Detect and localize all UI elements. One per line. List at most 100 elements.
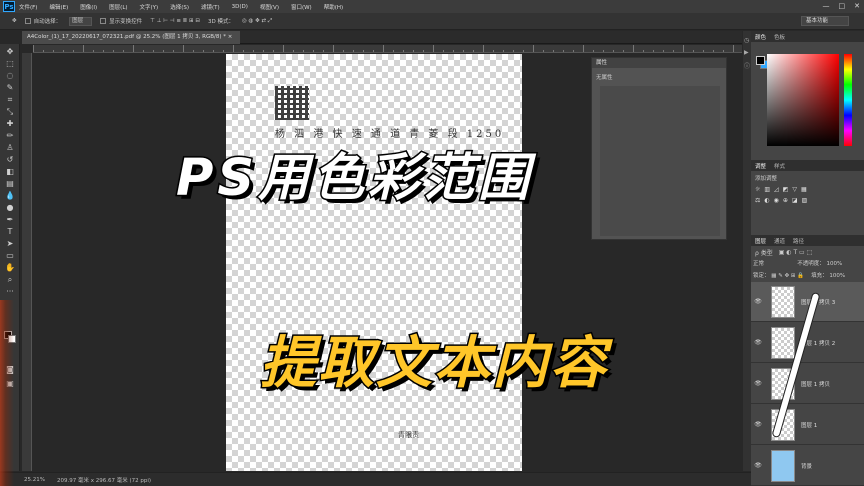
eraser-tool-icon[interactable]: ◧ <box>4 167 16 176</box>
hue-sat-icon[interactable]: ▦ <box>801 186 807 193</box>
tab-channels[interactable]: 通道 <box>774 237 785 245</box>
tab-styles[interactable]: 样式 <box>774 162 785 170</box>
layer-row[interactable]: 👁 图层 1 <box>751 405 864 445</box>
auto-select-checkbox[interactable] <box>24 18 31 24</box>
brightness-icon[interactable]: ☼ <box>755 186 760 193</box>
tab-paths[interactable]: 路径 <box>793 237 804 245</box>
info-icon[interactable]: ⓘ <box>744 61 750 70</box>
document-close-icon[interactable]: × <box>228 34 233 40</box>
hue-slider[interactable] <box>844 54 852 146</box>
zoom-tool-icon[interactable]: ⌕ <box>4 275 16 284</box>
color-picker-field[interactable] <box>767 54 839 146</box>
curves-icon[interactable]: ◿ <box>774 186 779 193</box>
move-tool-icon[interactable]: ✥ <box>4 47 16 56</box>
brush-tool-icon[interactable]: ✏ <box>4 131 16 140</box>
tab-layers[interactable]: 图层 <box>755 237 766 245</box>
dodge-tool-icon[interactable]: ● <box>4 203 16 212</box>
3d-tools-icons[interactable]: ◎ ◍ ✥ ⇄ ⤢ <box>242 18 272 25</box>
maximize-button[interactable]: □ <box>839 2 846 10</box>
auto-select-dropdown[interactable]: 图层 <box>69 16 93 26</box>
menu-image[interactable]: 图像(I) <box>80 3 97 11</box>
eye-icon[interactable]: 👁 <box>753 380 763 387</box>
gradient-tool-icon[interactable]: ▤ <box>4 179 16 188</box>
tab-color[interactable]: 颜色 <box>755 33 766 41</box>
properties-panel: 属性 无属性 <box>591 57 727 240</box>
auto-select-option[interactable]: 自动选择： <box>24 17 61 25</box>
menu-3d[interactable]: 3D(D) <box>232 4 248 10</box>
properties-title[interactable]: 属性 <box>592 58 726 68</box>
black-white-icon[interactable]: ◐ <box>764 197 769 204</box>
workspace-switcher[interactable]: 基本功能 <box>801 16 849 26</box>
document-tab[interactable]: A4Color_(1)_17_20220617_072321.pdf @ 25.… <box>22 31 241 44</box>
color-panel-header: 颜色 色板 <box>751 31 864 42</box>
color-balance-icon[interactable]: ⚖ <box>755 197 760 204</box>
filter-icons[interactable]: ▣ ◐ T ▭ ⬚ <box>779 249 813 256</box>
show-transform-option[interactable]: 显示变换控件 <box>100 17 142 25</box>
eye-icon[interactable]: 👁 <box>753 339 763 346</box>
opacity-value[interactable]: 100% <box>827 261 843 267</box>
invert-icon[interactable]: ◪ <box>792 197 798 204</box>
lock-icons[interactable]: ▦ ✎ ✥ ⊞ 🔒 <box>771 273 804 279</box>
layer-row[interactable]: 👁 背景 <box>751 446 864 486</box>
blend-mode-dropdown[interactable]: 正常 <box>753 261 764 267</box>
text-tool-icon[interactable]: T <box>4 227 16 236</box>
document-canvas[interactable]: 杨 泗 港 快 速 通 道 青 菱 段 1250 青限责 <box>226 54 522 471</box>
healing-tool-icon[interactable]: ✚ <box>4 119 16 128</box>
photoshop-logo: Ps <box>3 1 15 12</box>
levels-icon[interactable]: ▥ <box>764 186 770 193</box>
fill-value[interactable]: 100% <box>829 273 845 279</box>
menu-layer[interactable]: 图层(L) <box>109 3 127 11</box>
menu-window[interactable]: 窗口(W) <box>291 3 312 11</box>
hand-tool-icon[interactable]: ✋ <box>4 263 16 272</box>
exposure-icon[interactable]: ◩ <box>783 186 789 193</box>
eye-icon[interactable]: 👁 <box>753 462 763 469</box>
marquee-tool-icon[interactable]: ⬚ <box>4 59 16 68</box>
move-tool-icon[interactable]: ✥ <box>12 18 17 24</box>
posterize-icon[interactable]: ▨ <box>802 197 808 204</box>
foreground-color-chip[interactable] <box>756 56 765 65</box>
menu-filter[interactable]: 滤镜(T) <box>201 3 220 11</box>
qr-code-image <box>275 86 309 120</box>
close-window-button[interactable]: ✕ <box>854 2 860 10</box>
channel-mixer-icon[interactable]: ⊕ <box>783 197 788 204</box>
overlay-title-line2: 提取文本内容 <box>259 330 608 398</box>
photo-filter-icon[interactable]: ◉ <box>774 197 779 204</box>
layer-filter-dropdown[interactable]: ρ 类型 <box>755 248 773 257</box>
more-tools-icon[interactable]: ··· <box>4 287 16 296</box>
crop-tool-icon[interactable]: ⌗ <box>4 95 16 104</box>
tab-swatches[interactable]: 色板 <box>774 33 785 41</box>
lasso-tool-icon[interactable]: ◌ <box>4 71 16 80</box>
tab-adjustments[interactable]: 调整 <box>755 162 766 170</box>
history-brush-icon[interactable]: ↺ <box>4 155 16 164</box>
menu-select[interactable]: 选择(S) <box>170 3 189 11</box>
eye-icon[interactable]: 👁 <box>753 298 763 305</box>
layer-row[interactable]: 👁 图层 1 拷贝 <box>751 364 864 404</box>
zoom-level[interactable]: 25.21% <box>24 477 45 483</box>
vibrance-icon[interactable]: ▽ <box>792 186 797 193</box>
color-panel <box>751 42 864 160</box>
align-icons[interactable]: ⊤ ⊥ ⊢ ⊣ ≡ ≣ ⊞ ⊟ <box>150 18 200 24</box>
photoshop-window: Ps 文件(F) 编辑(E) 图像(I) 图层(L) 文字(Y) 选择(S) 滤… <box>0 0 864 486</box>
eyedropper-tool-icon[interactable]: ⤡ <box>4 107 16 116</box>
layer-filter[interactable]: ρ 类型 ▣ ◐ T ▭ ⬚ <box>751 246 864 258</box>
menu-help[interactable]: 帮助(H) <box>324 3 343 11</box>
menu-view[interactable]: 视图(V) <box>260 3 279 11</box>
actions-icon[interactable]: ▶ <box>744 49 750 56</box>
show-transform-checkbox[interactable] <box>100 18 107 24</box>
stamp-tool-icon[interactable]: ♙ <box>4 143 16 152</box>
ruler-tick <box>633 45 634 52</box>
shape-tool-icon[interactable]: ▭ <box>4 251 16 260</box>
properties-content <box>600 86 720 236</box>
ruler-tick <box>153 50 154 52</box>
path-select-tool-icon[interactable]: ➤ <box>4 239 16 248</box>
menu-file[interactable]: 文件(F) <box>19 3 37 11</box>
pen-tool-icon[interactable]: ✒ <box>4 215 16 224</box>
menu-edit[interactable]: 编辑(E) <box>49 3 68 11</box>
minimize-button[interactable]: — <box>823 2 830 10</box>
ruler-tick <box>113 50 114 52</box>
eye-icon[interactable]: 👁 <box>753 421 763 428</box>
blur-tool-icon[interactable]: 💧 <box>4 191 16 200</box>
history-icon[interactable]: ◷ <box>744 37 750 44</box>
menu-type[interactable]: 文字(Y) <box>140 3 159 11</box>
quick-select-tool-icon[interactable]: ✎ <box>4 83 16 92</box>
